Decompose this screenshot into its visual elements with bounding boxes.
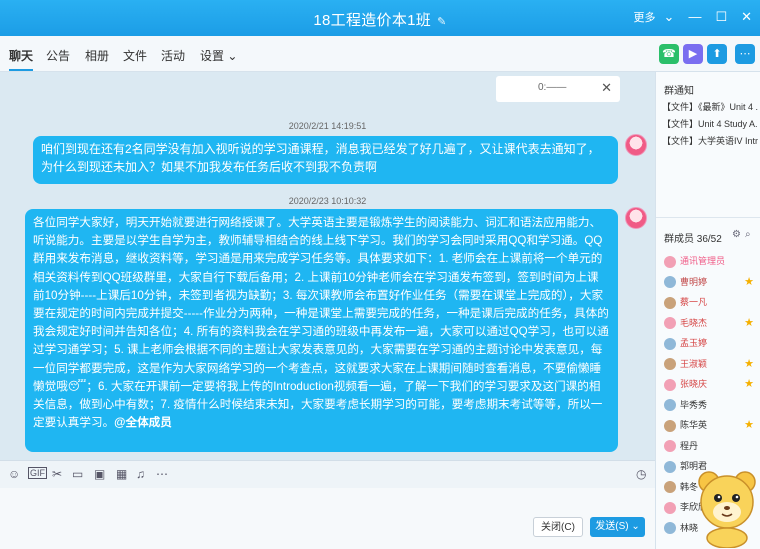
avatar	[664, 460, 676, 473]
more-icon[interactable]: ⋯	[735, 44, 755, 64]
tab-notice[interactable]: 公告	[46, 47, 70, 64]
notice-header: 群通知	[664, 86, 694, 97]
avatar	[664, 337, 676, 350]
member-name: 曹明婷	[680, 276, 708, 287]
tab-bar: 聊天 公告 相册 文件 活动 设置 ⌄	[0, 36, 655, 72]
member-name: 毕秀秀	[680, 399, 708, 410]
star-icon: ★	[744, 378, 754, 390]
message-timestamp: 2020/2/23 10:10:32	[288, 196, 367, 206]
more-menu[interactable]: 更多	[634, 9, 656, 25]
tab-settings[interactable]: 设置 ⌄	[200, 47, 237, 64]
member-name: 陈华英	[680, 420, 708, 430]
member-item[interactable]: 王淑颖 ★	[664, 355, 758, 373]
input-toolbar: ☺ GIF ✂ ▭ ▣ ▦ ♫ ⋯ ◷	[0, 460, 655, 488]
video-icon[interactable]: ▶	[683, 44, 703, 64]
message-timestamp: 2020/2/21 14:19:51	[288, 121, 367, 131]
avatar	[664, 296, 676, 309]
member-name: 王淑颖	[680, 358, 708, 369]
send-button-label: 发送(S)	[595, 521, 629, 532]
avatar	[664, 522, 676, 535]
member-item[interactable]: 孟玉婷	[664, 334, 758, 352]
avatar[interactable]	[625, 207, 647, 229]
tab-chat[interactable]: 聊天	[9, 47, 34, 71]
window-title: 18工程造价本1班	[313, 12, 432, 29]
avatar	[664, 378, 676, 391]
emoji-icon[interactable]: ☺	[8, 467, 20, 481]
member-item[interactable]: 毕秀秀	[664, 396, 758, 414]
scissors-icon[interactable]: ✂	[52, 467, 62, 481]
chevron-down-icon[interactable]: ⌄	[631, 521, 639, 532]
chevron-down-icon: ⌄	[227, 49, 238, 63]
star-icon: ★	[744, 316, 754, 329]
member-item[interactable]: 陈华英 ★	[664, 416, 758, 434]
chat-area[interactable]: 0:—— ✕ 2020/2/21 14:19:51 咱们到现在还有2名同学没有加…	[0, 72, 655, 460]
notice-item[interactable]: 【文件】《最新》Unit 4 ...	[662, 100, 758, 113]
avatar	[664, 317, 676, 330]
notice-item[interactable]: 【文件】大学英语IV Intr...	[662, 134, 758, 147]
minimize-icon[interactable]: —	[688, 9, 701, 25]
phone-icon[interactable]: ☎	[659, 44, 679, 64]
avatar	[664, 276, 676, 289]
maximize-icon[interactable]: ☐	[715, 9, 727, 25]
floating-panel-text: 0:——	[538, 82, 567, 93]
image-icon[interactable]: ▣	[94, 467, 105, 481]
chevron-down-icon[interactable]: ⌄	[664, 9, 675, 25]
member-name: 张晓庆	[680, 379, 708, 389]
mention-all[interactable]: @全体成员	[114, 416, 172, 429]
bell-icon[interactable]: ♫	[136, 467, 145, 481]
avatar	[664, 440, 676, 453]
member-item[interactable]: 曹明婷 ★	[664, 273, 758, 291]
member-item[interactable]: 蔡一凡	[664, 293, 758, 311]
settings-icon[interactable]: ⚙	[732, 229, 741, 240]
members-header: 群成员 36/52	[664, 234, 722, 245]
avatar[interactable]	[625, 134, 647, 156]
member-name: 毛晓杰	[680, 317, 708, 328]
mascot-sticker	[698, 471, 756, 548]
notice-item[interactable]: 【文件】Unit 4 Study A...	[662, 117, 758, 130]
close-button[interactable]: 关闭(C)	[533, 517, 583, 537]
emoji-icon: 😴	[67, 379, 87, 393]
close-icon[interactable]: ✕	[741, 9, 752, 25]
divider	[656, 217, 760, 218]
star-icon: ★	[744, 419, 754, 431]
member-item[interactable]: 张晓庆 ★	[664, 375, 758, 393]
file-icon[interactable]: ▭	[72, 467, 83, 481]
message-bubble[interactable]: 各位同学大家好，明天开始就要进行网络授课了。大学英语主要是锻炼学生的阅读能力、词…	[25, 209, 618, 452]
avatar	[664, 419, 676, 432]
more-icon[interactable]: ⋯	[156, 467, 168, 481]
tab-settings-label: 设置	[200, 49, 225, 63]
share-screen-icon[interactable]: ⬆	[707, 44, 727, 64]
member-name: 通讯管理员	[680, 256, 726, 266]
message-text: 各位同学大家好，明天开始就要进行网络授课了。大学英语主要是锻炼学生的阅读能力、词…	[33, 216, 609, 393]
member-item[interactable]: 毛晓杰 ★	[664, 314, 758, 332]
member-name: 蔡一凡	[680, 297, 708, 307]
gallery-icon[interactable]: ▦	[116, 467, 127, 481]
member-item[interactable]: 程丹	[664, 437, 758, 455]
history-icon[interactable]: ◷	[636, 467, 646, 481]
close-icon[interactable]: ✕	[601, 80, 612, 96]
avatar	[664, 358, 676, 371]
avatar	[664, 501, 676, 514]
avatar	[664, 255, 676, 268]
floating-panel: 0:—— ✕	[496, 76, 620, 102]
pencil-icon[interactable]: ✎	[437, 16, 447, 28]
avatar	[664, 399, 676, 412]
tab-album[interactable]: 相册	[85, 47, 109, 64]
member-name: 孟玉婷	[680, 338, 708, 348]
star-icon: ★	[744, 275, 754, 288]
send-button[interactable]: 发送(S) ⌄	[590, 517, 645, 537]
gif-icon[interactable]: GIF	[28, 467, 47, 479]
message-bubble[interactable]: 咱们到现在还有2名同学没有加入视听说的学习通课程，消息我已经发了好几遍了，又让课…	[33, 136, 618, 184]
call-toolbar: ☎ ▶ ⬆ ⋯	[655, 36, 760, 72]
search-icon[interactable]: ⌕	[745, 229, 751, 240]
avatar	[664, 481, 676, 494]
member-name: 程丹	[680, 440, 699, 451]
tab-files[interactable]: 文件	[123, 47, 147, 64]
tab-activity[interactable]: 活动	[161, 47, 185, 64]
window-controls: 更多 ⌄ — ☐ ✕	[634, 9, 752, 25]
title-bar: 18工程造价本1班 ✎ 更多 ⌄ — ☐ ✕	[0, 0, 760, 36]
member-item[interactable]: 通讯管理员	[664, 252, 758, 270]
star-icon: ★	[744, 357, 754, 370]
